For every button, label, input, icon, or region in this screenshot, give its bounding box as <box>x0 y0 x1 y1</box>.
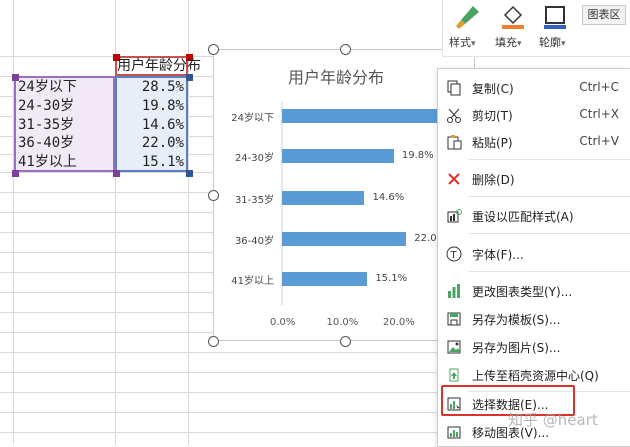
style-button[interactable]: 样式▾ <box>449 34 476 50</box>
chart-bar[interactable] <box>282 109 438 123</box>
chart-area-selector[interactable]: 图表区 <box>582 5 626 25</box>
row-label[interactable]: 24-30岁 <box>18 96 74 116</box>
row-label[interactable]: 36-40岁 <box>18 133 74 153</box>
row-value[interactable]: 28.5% <box>128 77 184 97</box>
chart-resize-handle[interactable] <box>208 190 219 201</box>
data-label: 19.8% <box>401 150 434 161</box>
row-value[interactable]: 14.6% <box>128 115 184 135</box>
chart-resize-handle[interactable] <box>208 336 219 347</box>
row-value[interactable]: 15.1% <box>128 152 184 172</box>
row-value[interactable]: 22.0% <box>128 133 184 153</box>
cut-icon <box>447 108 461 123</box>
font-icon: T <box>446 246 462 262</box>
chart-bar[interactable] <box>282 149 394 163</box>
row-label[interactable]: 24岁以下 <box>18 77 77 97</box>
chart-bar[interactable] <box>282 191 365 205</box>
row-label[interactable]: 41岁以上 <box>18 152 77 172</box>
upload-icon <box>449 368 459 382</box>
menu-item-reset-style[interactable]: 重设以匹配样式(A) <box>438 203 630 229</box>
paste-icon <box>447 135 462 150</box>
category-label: 41岁以上 <box>231 276 274 287</box>
category-label: 24-30岁 <box>234 153 274 164</box>
menu-item-paste[interactable]: 粘贴(P) Ctrl+V <box>438 129 630 155</box>
chart-type-icon <box>448 284 460 298</box>
chart-bar[interactable] <box>282 272 368 286</box>
chart-resize-handle[interactable] <box>340 44 351 55</box>
x-tick-label: 0.0% <box>270 317 296 328</box>
data-label: 14.6% <box>372 192 405 203</box>
outline-icon[interactable] <box>541 3 569 31</box>
row-value[interactable]: 19.8% <box>128 96 184 116</box>
save-image-icon <box>447 340 461 354</box>
menu-item-cut[interactable]: 剪切(T) Ctrl+X <box>438 102 630 128</box>
x-tick-label: 10.0% <box>326 317 359 328</box>
fill-bucket-icon[interactable] <box>499 3 527 31</box>
chart-title: 用户年龄分布 <box>288 68 385 87</box>
reset-style-icon <box>447 209 462 223</box>
data-label: 15.1% <box>375 273 408 284</box>
chart-resize-handle[interactable] <box>340 336 351 347</box>
menu-item-delete[interactable]: 删除(D) <box>438 166 630 192</box>
fill-button[interactable]: 填充▾ <box>495 34 522 50</box>
copy-icon <box>447 80 461 96</box>
category-label: 24岁以下 <box>231 113 274 124</box>
menu-item-save-as-template[interactable]: 另存为模板(S)... <box>438 306 630 332</box>
svg-text:T: T <box>450 250 458 261</box>
menu-item-font[interactable]: T 字体(F)... <box>438 241 630 267</box>
style-brush-icon[interactable] <box>453 4 481 30</box>
move-chart-icon <box>447 426 461 439</box>
chart-bar[interactable] <box>282 232 407 246</box>
menu-item-save-as-image[interactable]: 另存为图片(S)... <box>438 334 630 360</box>
category-label: 31-35岁 <box>234 195 274 206</box>
menu-item-copy[interactable]: 复制(C) Ctrl+C <box>438 75 630 101</box>
save-template-icon <box>447 312 461 326</box>
category-label: 36-40岁 <box>234 236 274 247</box>
menu-item-change-chart-type[interactable]: 更改图表类型(Y)... <box>438 278 630 304</box>
chart-resize-handle[interactable] <box>208 44 219 55</box>
x-tick-label: 20.0% <box>383 317 415 328</box>
delete-icon <box>448 173 460 185</box>
watermark: 知乎 @heart <box>508 411 598 429</box>
row-label[interactable]: 31-35岁 <box>18 115 74 135</box>
outline-button[interactable]: 轮廓▾ <box>539 34 566 50</box>
header-cell[interactable]: 用户年龄分布 <box>117 56 201 76</box>
